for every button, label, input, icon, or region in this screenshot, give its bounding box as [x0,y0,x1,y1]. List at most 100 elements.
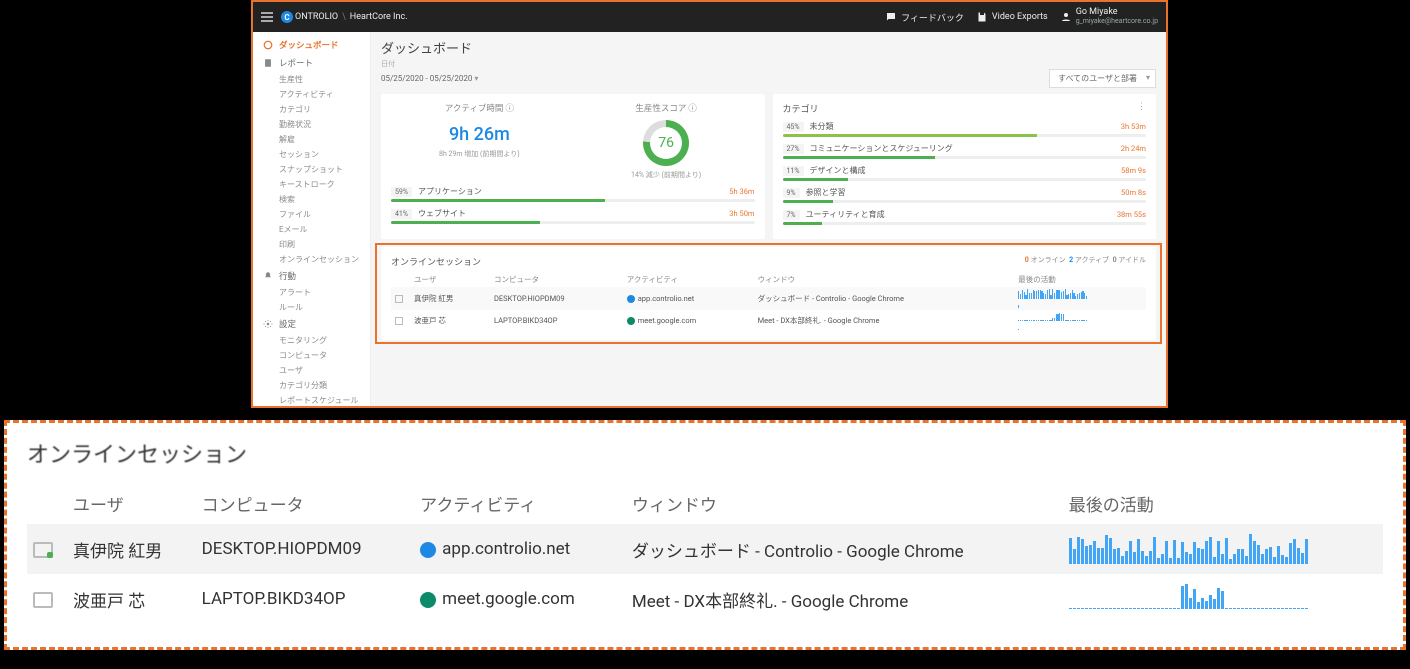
score-sub: 14% 減少 (前期間より) [578,170,755,180]
session-row-1[interactable]: 波亜戸 芯LAPTOP.BIKD34OPmeet.google.comMeet … [391,310,1146,332]
menu-icon[interactable] [261,10,273,24]
feedback-label: フィードバック [901,11,964,24]
sidebar-report-10[interactable]: Eメール [253,222,370,237]
cell-computer: DESKTOP.HIOPDM09 [490,287,623,310]
bell-icon [263,271,273,281]
col-last: 最後の活動 [1014,272,1146,287]
col-window: ウィンドウ [754,272,1015,287]
sidebar-dashboard-label: ダッシュボード [279,39,339,51]
sidebar-setting-2[interactable]: ユーザ [253,363,370,378]
sidebar-report-1[interactable]: アクティビティ [253,87,370,102]
sessions-card: オンラインセッション 0 オンライン 2 アクティブ 0 アイドル ユーザ コン… [381,247,1156,340]
sidebar-report-3[interactable]: 勤務状況 [253,117,370,132]
sidebar-report-9[interactable]: ファイル [253,207,370,222]
date-range-picker[interactable]: 05/25/2020 - 05/25/2020 [381,74,478,83]
sidebar-report-6[interactable]: スナップショット [253,162,370,177]
chat-icon [885,11,897,23]
sidebar-report-5[interactable]: セッション [253,147,370,162]
zcell-activity: meet.google.com [414,574,626,624]
sidebar-report-7[interactable]: キーストローク [253,177,370,192]
sidebar-report-12[interactable]: オンラインセッション [253,252,370,267]
zoom-row-1[interactable]: 波亜戸 芯LAPTOP.BIKD34OPmeet.google.comMeet … [27,574,1383,624]
session-row-0[interactable]: 真伊院 紅男DESKTOP.HIOPDM09app.controlio.netダ… [391,287,1146,310]
sidebar-setting-3[interactable]: カテゴリ分類 [253,378,370,393]
cat-label: ユーティリティと育成 [806,209,885,220]
sidebar-report-0[interactable]: 生産性 [253,72,370,87]
cell-user: 波亜戸 芯 [410,310,490,332]
page-title: ダッシュボード [381,38,1156,57]
category-row-0[interactable]: 45%未分類3h 53m [783,121,1147,137]
zcell-computer: DESKTOP.HIOPDM09 [196,524,415,574]
sidebar-setting-0[interactable]: モニタリング [253,333,370,348]
topbar: C ONTROLIO \ HeartCore Inc. フィードバック Vide… [253,2,1166,32]
cell-activity: meet.google.com [623,310,754,332]
app-pct: 59% [391,187,412,197]
category-row-2[interactable]: 11%デザインと構成58m 9s [783,165,1147,181]
video-exports-button[interactable]: Video Exports [976,11,1048,23]
categories-card: カテゴリ ⋮ 45%未分類3h 53m27%コミュニケーションとスケジューリング… [773,94,1157,239]
cell-user: 真伊院 紅男 [410,287,490,310]
sidebar-report-8[interactable]: 検索 [253,192,370,207]
cell-last [1014,310,1146,332]
sessions-legend: 0 オンライン 2 アクティブ 0 アイドル [1025,255,1146,265]
cat-pct: 7% [783,210,800,220]
zcell-window: ダッシュボード - Controlio - Google Chrome [626,524,1063,574]
user-email: g_miyake@heartcore.co.jp [1076,18,1158,26]
checkbox[interactable] [33,542,53,558]
logo-icon: C [281,11,293,23]
zcell-last [1063,524,1383,574]
sidebar-item-actions[interactable]: 行動 [253,267,370,285]
checkbox[interactable] [33,592,53,608]
zoom-row-0[interactable]: 真伊院 紅男DESKTOP.HIOPDM09app.controlio.netダ… [27,524,1383,574]
app-row: 59% アプリケーション 5h 36m [391,186,755,197]
cat-time: 38m 55s [1117,210,1146,219]
sidebar-item-settings[interactable]: 設定 [253,315,370,333]
cat-pct: 11% [783,166,804,176]
sidebar-item-dashboard[interactable]: ダッシュボード [253,36,370,54]
card-menu-icon[interactable]: ⋮ [1137,102,1146,115]
cell-last [1014,287,1146,310]
cat-label: コミュニケーションとスケジューリング [810,143,953,154]
cell-window: Meet - DX本部終礼. - Google Chrome [754,310,1015,332]
checkbox[interactable] [395,295,403,303]
sidebar-action-1[interactable]: ルール [253,300,370,315]
feedback-button[interactable]: フィードバック [885,11,964,24]
cell-activity: app.controlio.net [623,287,754,310]
web-row: 41% ウェブサイト 3h 50m [391,208,755,219]
user-menu[interactable]: Go Miyake g_miyake@heartcore.co.jp [1060,8,1158,26]
sidebar-item-reports[interactable]: レポート [253,54,370,72]
sidebar-action-0[interactable]: アラート [253,285,370,300]
category-row-3[interactable]: 9%参照と学習50m 8s [783,187,1147,203]
zcol-user: ユーザ [67,483,196,524]
main-content: ダッシュボード 日付 05/25/2020 - 05/25/2020 すべてのユ… [371,32,1166,406]
sidebar-setting-1[interactable]: コンピュータ [253,348,370,363]
zoom-panel: オンラインセッション ユーザ コンピュータ アクティビティ ウィンドウ 最後の活… [4,420,1406,650]
sidebar-setting-4[interactable]: レポートスケジュール [253,393,370,406]
dashboard-icon [263,40,273,50]
cat-pct: 27% [783,144,804,154]
category-row-1[interactable]: 27%コミュニケーションとスケジューリング2h 24m [783,143,1147,159]
sidebar-report-2[interactable]: カテゴリ [253,102,370,117]
sparkline [1069,584,1309,614]
cat-time: 58m 9s [1121,166,1146,175]
cat-pct: 45% [783,122,804,132]
cat-label: 未分類 [810,121,834,132]
web-pct: 41% [391,209,412,219]
cell-computer: LAPTOP.BIKD34OP [490,310,623,332]
active-time-label: アクティブ時間 ⓘ [391,102,568,114]
web-label: ウェブサイト [418,208,466,219]
zcell-last [1063,574,1383,624]
checkbox[interactable] [395,317,403,325]
app-time: 5h 36m [729,187,754,196]
user-icon [1060,11,1072,23]
web-time: 3h 50m [729,209,754,218]
cat-time: 50m 8s [1121,188,1146,197]
video-exports-label: Video Exports [992,12,1048,22]
sidebar-report-11[interactable]: 印刷 [253,237,370,252]
category-row-4[interactable]: 7% ユーティリティと育成 38m 55s [783,209,1147,225]
user-filter-select[interactable]: すべてのユーザと部署 [1049,69,1156,88]
company-name: HeartCore Inc. [350,12,408,22]
sidebar-report-4[interactable]: 解雇 [253,132,370,147]
save-icon [976,11,988,23]
cell-window: ダッシュボード - Controlio - Google Chrome [754,287,1015,310]
